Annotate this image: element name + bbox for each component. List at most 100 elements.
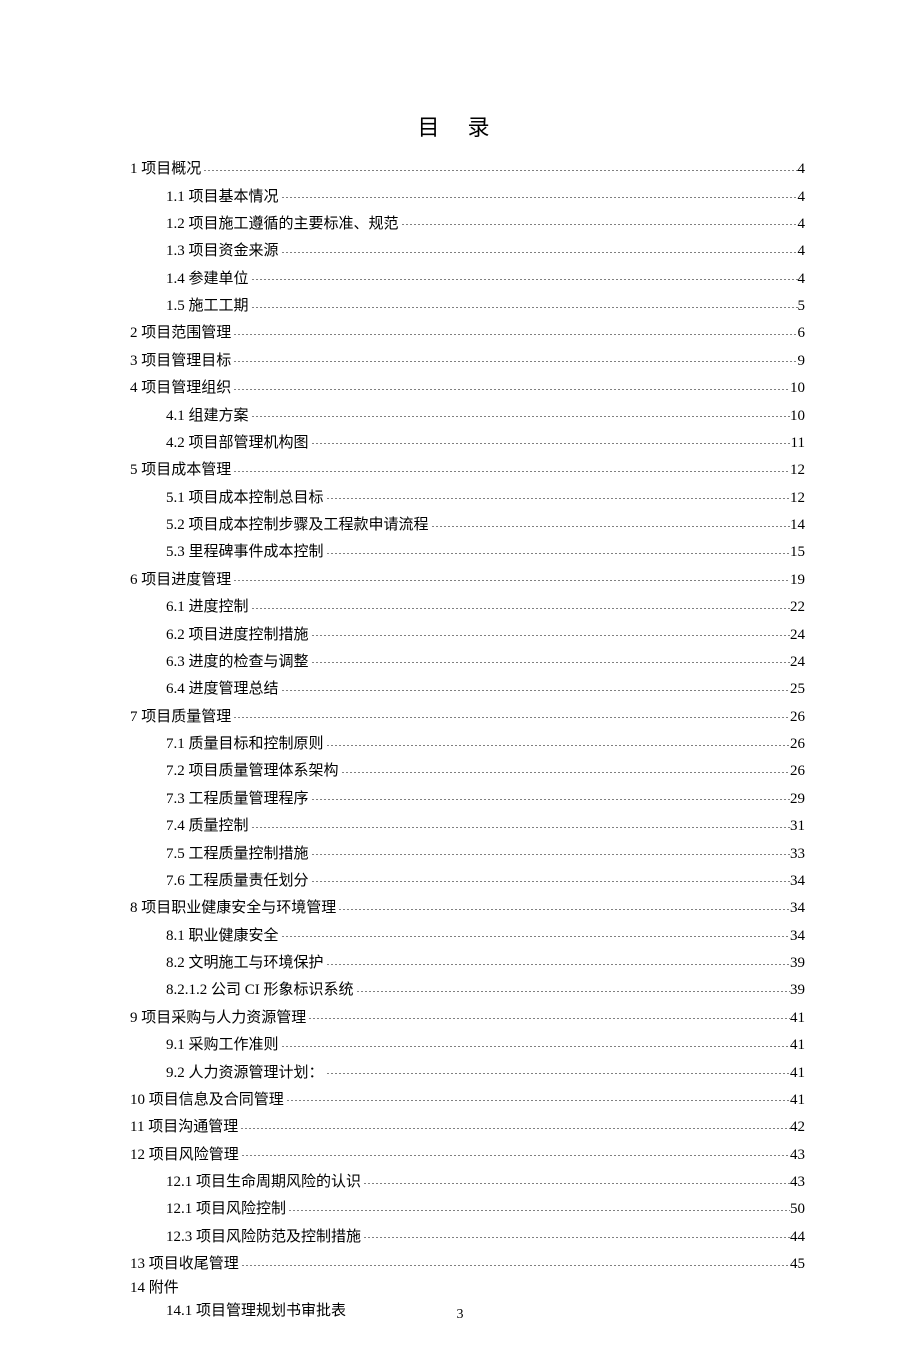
- toc-leader-dots: [363, 1171, 790, 1186]
- toc-entry-label: 6.1 进度控制: [166, 600, 249, 615]
- toc-entry-number: 8: [130, 900, 138, 916]
- toc-entry[interactable]: 12 项目风险管理43: [130, 1140, 805, 1167]
- toc-entry[interactable]: 3 项目管理目标9: [130, 346, 805, 373]
- toc-entry[interactable]: 5 项目成本管理12: [130, 455, 805, 482]
- toc-entry-label: 11 项目沟通管理: [130, 1120, 238, 1135]
- toc-entry[interactable]: 14 附件: [130, 1276, 805, 1299]
- toc-entry-number: 8.2.1.2: [166, 982, 207, 998]
- toc-entry-label: 12.1 项目风险控制: [166, 1202, 286, 1217]
- toc-entry-page: 41: [790, 1066, 805, 1081]
- document-page: 目录 1 项目概况41.1 项目基本情况41.2 项目施工遵循的主要标准、规范4…: [0, 0, 920, 1363]
- toc-entry[interactable]: 4.1 组建方案10: [130, 400, 805, 427]
- toc-entry-title: 施工工期: [185, 298, 249, 314]
- toc-leader-dots: [431, 514, 790, 529]
- toc-entry[interactable]: 1.5 施工工期5: [130, 291, 805, 318]
- toc-entry-label: 4 项目管理组织: [130, 381, 231, 396]
- toc-entry-page: 26: [790, 764, 805, 779]
- toc-entry[interactable]: 9.2 人力资源管理计划：41: [130, 1057, 805, 1084]
- toc-entry[interactable]: 6.4 进度管理总结25: [130, 674, 805, 701]
- page-number: 3: [0, 1307, 920, 1323]
- toc-entry[interactable]: 4 项目管理组织10: [130, 373, 805, 400]
- toc-entry[interactable]: 1.1 项目基本情况4: [130, 181, 805, 208]
- toc-entry-number: 5.2: [166, 517, 185, 533]
- toc-leader-dots: [251, 405, 790, 420]
- toc-entry[interactable]: 10 项目信息及合同管理41: [130, 1085, 805, 1112]
- toc-entry[interactable]: 7 项目质量管理 26: [130, 702, 805, 729]
- toc-entry[interactable]: 7.6 工程质量责任划分34: [130, 866, 805, 893]
- toc-entry[interactable]: 1.3 项目资金来源4: [130, 236, 805, 263]
- toc-entry[interactable]: 9 项目采购与人力资源管理41: [130, 1003, 805, 1030]
- toc-entry[interactable]: 12.3 项目风险防范及控制措施44: [130, 1222, 805, 1249]
- toc-entry-title: 项目成本管理: [138, 462, 232, 478]
- toc-entry-label: 3 项目管理目标: [130, 354, 231, 369]
- toc-entry[interactable]: 5.1 项目成本控制总目标12: [130, 483, 805, 510]
- toc-entry[interactable]: 1.4 参建单位4: [130, 264, 805, 291]
- toc-entry[interactable]: 8 项目职业健康安全与环境管理34: [130, 893, 805, 920]
- toc-entry[interactable]: 5.2 项目成本控制步骤及工程款申请流程14: [130, 510, 805, 537]
- toc-entry-title: 项目基本情况: [185, 189, 279, 205]
- toc-entry-label: 5.2 项目成本控制步骤及工程款申请流程: [166, 518, 429, 533]
- toc-leader-dots: [326, 541, 790, 556]
- toc-entry-page: 43: [790, 1175, 805, 1190]
- toc-entry-number: 1: [130, 161, 138, 177]
- toc-entry-page: 34: [790, 929, 805, 944]
- toc-entry[interactable]: 12.1 项目生命周期风险的认识43: [130, 1167, 805, 1194]
- toc-entry-label: 7.4 质量控制: [166, 819, 249, 834]
- toc-entry-label: 2 项目范围管理: [130, 326, 231, 341]
- toc-leader-dots: [233, 322, 797, 337]
- toc-entry-page: 4: [798, 244, 806, 259]
- toc-entry[interactable]: 7.2 项目质量管理体系架构 26: [130, 756, 805, 783]
- toc-entry-page: 26: [790, 710, 805, 725]
- toc-entry-number: 6.2: [166, 627, 185, 643]
- toc-entry[interactable]: 6 项目进度管理19: [130, 565, 805, 592]
- toc-entry-number: 7.2: [166, 763, 185, 779]
- toc-entry[interactable]: 1 项目概况 4: [130, 154, 805, 181]
- toc-entry[interactable]: 8.1 职业健康安全34: [130, 921, 805, 948]
- toc-entry-title: 项目资金来源: [185, 243, 279, 259]
- toc-entry-title: 里程碑事件成本控制: [185, 544, 324, 560]
- toc-entry-title: 项目风险控制: [192, 1201, 286, 1217]
- toc-entry-label: 7 项目质量管理: [130, 710, 231, 725]
- toc-entry[interactable]: 2 项目范围管理6: [130, 318, 805, 345]
- toc-entry-page: 29: [790, 792, 805, 807]
- toc-entry-number: 12.1: [166, 1201, 192, 1217]
- toc-entry[interactable]: 7.4 质量控制31: [130, 811, 805, 838]
- toc-entry-title: 项目概况: [138, 161, 202, 177]
- toc-entry-title: 工程质量责任划分: [185, 873, 309, 889]
- toc-entry-number: 7.4: [166, 818, 185, 834]
- toc-entry-number: 12.3: [166, 1229, 192, 1245]
- toc-entry-title: 文明施工与环境保护: [185, 955, 324, 971]
- table-of-contents: 1 项目概况41.1 项目基本情况41.2 项目施工遵循的主要标准、规范41.3…: [130, 154, 805, 1323]
- toc-entry-number: 9.2: [166, 1065, 185, 1081]
- toc-entry-page: 50: [790, 1202, 805, 1217]
- toc-entry[interactable]: 6.2 项目进度控制措施24: [130, 619, 805, 646]
- toc-entry[interactable]: 7.5 工程质量控制措施33: [130, 838, 805, 865]
- toc-entry-label: 7.2 项目质量管理体系架构: [166, 764, 339, 779]
- toc-entry[interactable]: 8.2 文明施工与环境保护39: [130, 948, 805, 975]
- toc-entry-label: 8 项目职业健康安全与环境管理: [130, 901, 336, 916]
- toc-entry-number: 7.3: [166, 791, 185, 807]
- toc-leader-dots: [311, 843, 790, 858]
- toc-entry-title: 附件: [145, 1280, 179, 1296]
- toc-entry-label: 6 项目进度管理: [130, 573, 231, 588]
- toc-entry-number: 7.6: [166, 873, 185, 889]
- toc-entry[interactable]: 13 项目收尾管理45: [130, 1249, 805, 1276]
- toc-entry-number: 4.2: [166, 435, 185, 451]
- toc-entry[interactable]: 6.1 进度控制22: [130, 592, 805, 619]
- toc-entry-page: 39: [790, 956, 805, 971]
- toc-entry[interactable]: 5.3 里程碑事件成本控制15: [130, 537, 805, 564]
- toc-entry[interactable]: 1.2 项目施工遵循的主要标准、规范4: [130, 209, 805, 236]
- toc-leader-dots: [251, 815, 790, 830]
- toc-entry-page: 4: [798, 162, 806, 177]
- toc-entry[interactable]: 7.3 工程质量管理程序29: [130, 784, 805, 811]
- toc-entry[interactable]: 12.1 项目风险控制 50: [130, 1194, 805, 1221]
- toc-entry-title: 采购工作准则: [185, 1037, 279, 1053]
- toc-entry[interactable]: 7.1 质量目标和控制原则26: [130, 729, 805, 756]
- toc-entry[interactable]: 6.3 进度的检查与调整24: [130, 647, 805, 674]
- toc-entry[interactable]: 4.2 项目部管理机构图11: [130, 428, 805, 455]
- toc-entry-title: 参建单位: [185, 271, 249, 287]
- toc-entry[interactable]: 9.1 采购工作准则41: [130, 1030, 805, 1057]
- toc-entry[interactable]: 8.2.1.2 公司 CI 形象标识系统39: [130, 975, 805, 1002]
- toc-entry[interactable]: 11 项目沟通管理42: [130, 1112, 805, 1139]
- toc-entry-page: 12: [790, 491, 805, 506]
